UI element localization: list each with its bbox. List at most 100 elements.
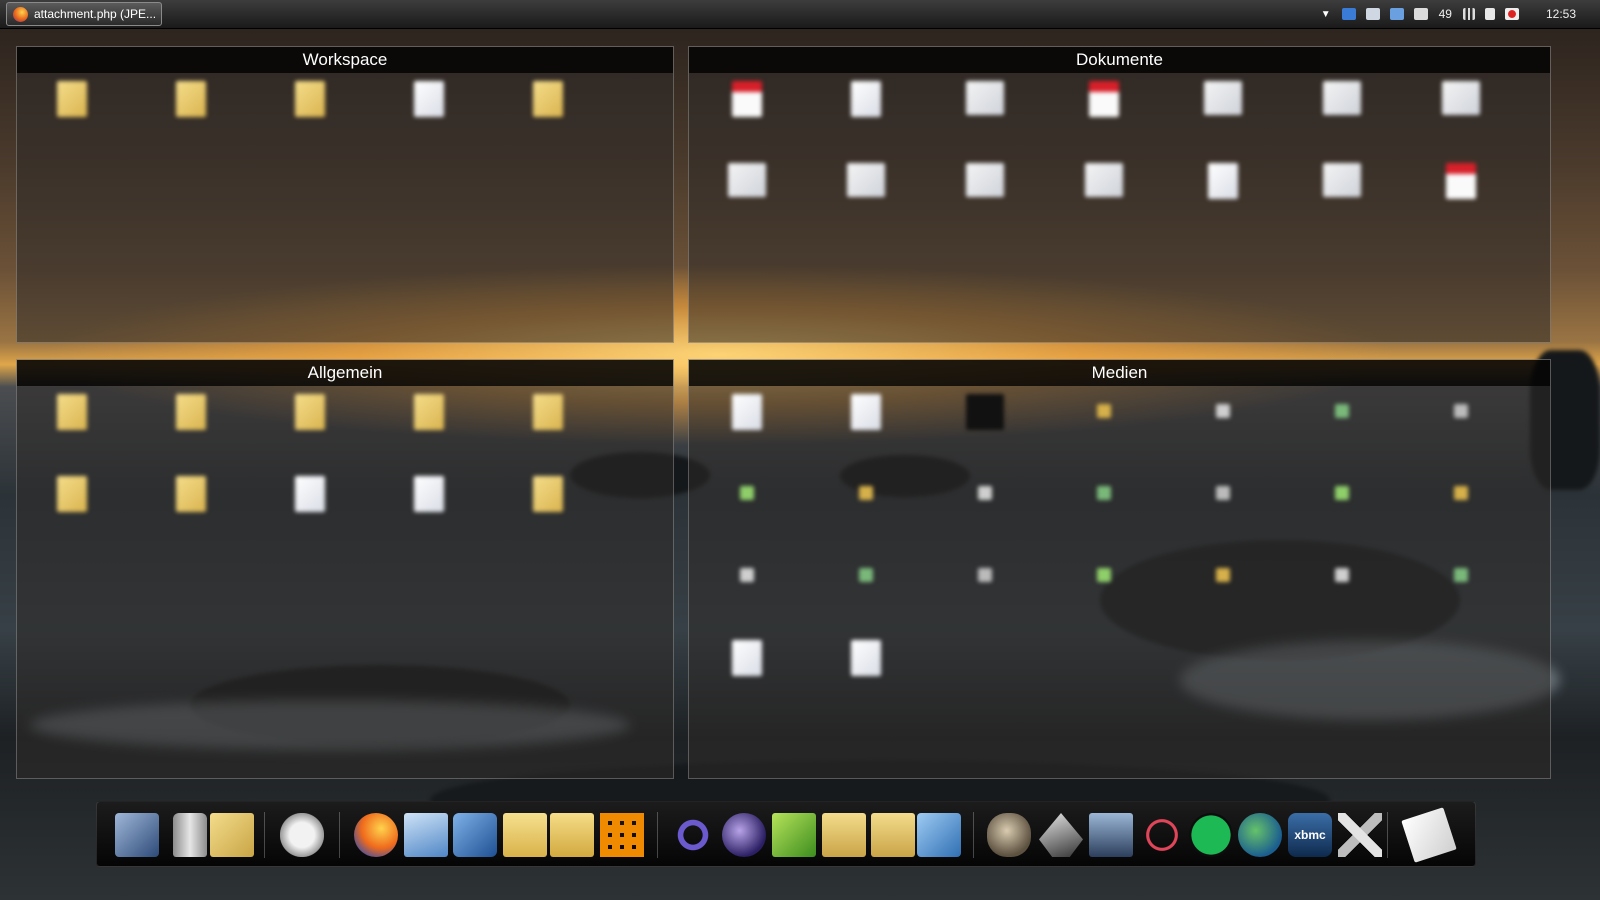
notes-icon[interactable] (1401, 807, 1457, 863)
desktop-item[interactable] (697, 159, 797, 229)
desktop-item[interactable] (816, 159, 916, 229)
desktop-item[interactable] (1411, 159, 1511, 229)
signal-icon[interactable] (1462, 8, 1475, 20)
dev-folder-icon[interactable] (822, 813, 866, 857)
tray-monitor-icon[interactable] (1389, 8, 1404, 20)
tray-expand-icon[interactable]: ▼ (1321, 9, 1331, 20)
document-icon (295, 476, 325, 512)
vlc-globe-icon[interactable] (1238, 813, 1282, 857)
desktop-item[interactable] (935, 77, 1035, 147)
media-file-icon (859, 486, 873, 500)
desktop-item[interactable] (697, 472, 797, 542)
desktop-item[interactable] (697, 636, 797, 706)
desktop-item[interactable] (1411, 554, 1511, 624)
desktop-item[interactable] (1054, 390, 1154, 460)
desktop-item[interactable] (1411, 472, 1511, 542)
desktop-item[interactable] (1173, 390, 1273, 460)
desktop-item[interactable] (379, 390, 479, 460)
desktop-item[interactable] (379, 77, 479, 147)
desktop-item[interactable] (816, 636, 916, 706)
desktop-item[interactable] (498, 472, 598, 542)
desktop-item[interactable] (260, 390, 360, 460)
allgemein-grid (17, 390, 673, 778)
desktop-item[interactable] (22, 472, 122, 542)
gimp-icon[interactable] (987, 813, 1031, 857)
document-icon (414, 476, 444, 512)
media-file-icon (1216, 404, 1230, 418)
office-icon[interactable] (600, 813, 644, 857)
desktop-item[interactable] (816, 390, 916, 460)
media-file-icon (1335, 404, 1349, 418)
desktop-item[interactable] (1173, 472, 1273, 542)
tray-printer-icon[interactable] (1413, 8, 1428, 20)
desktop-item[interactable] (498, 390, 598, 460)
desktop-item[interactable] (22, 77, 122, 147)
spotify-icon[interactable] (1189, 813, 1233, 857)
desktop-item[interactable] (697, 77, 797, 147)
battery-icon[interactable] (1484, 8, 1495, 20)
tray-window-icon[interactable] (1365, 8, 1380, 20)
clock[interactable]: 12:53 (1546, 7, 1576, 21)
desktop-item[interactable] (935, 159, 1035, 229)
desktop-item[interactable] (1292, 554, 1392, 624)
desktop-item[interactable] (935, 472, 1035, 542)
desktop-item[interactable] (1411, 77, 1511, 147)
desktop-item[interactable] (260, 472, 360, 542)
media-player-icon[interactable] (453, 813, 497, 857)
desktop-item[interactable] (498, 77, 598, 147)
gamepad-icon[interactable] (280, 813, 324, 857)
system-tray: ▼ 49 12:53 (1321, 0, 1600, 28)
medien-grid (689, 390, 1550, 778)
desktop-item[interactable] (697, 554, 797, 624)
desktop-item[interactable] (141, 390, 241, 460)
xbmc-label: xbmc (1294, 828, 1326, 842)
desktop-item[interactable] (816, 554, 916, 624)
downloads-folder-icon[interactable] (550, 813, 594, 857)
desktop-item[interactable] (697, 390, 797, 460)
desktop-item[interactable] (1292, 159, 1392, 229)
taskbar-window-button[interactable]: attachment.php (JPE... (6, 2, 162, 26)
desktop-item[interactable] (1054, 77, 1154, 147)
desktop-item[interactable] (1292, 472, 1392, 542)
xbmc-icon[interactable]: xbmc (1288, 813, 1332, 857)
desktop-item[interactable] (1054, 554, 1154, 624)
desktop-item[interactable] (935, 554, 1035, 624)
notepad-icon[interactable] (772, 813, 816, 857)
desktop-item[interactable] (22, 390, 122, 460)
tray-app-icon[interactable] (1341, 8, 1356, 20)
image-icon (1204, 81, 1242, 115)
remote-desktop-icon[interactable] (1089, 813, 1133, 857)
settings-tools-icon[interactable] (1338, 813, 1382, 857)
desktop-item[interactable] (1054, 472, 1154, 542)
desktop-item[interactable] (379, 472, 479, 542)
visual-studio-icon[interactable] (671, 813, 715, 857)
media-file-icon (1097, 568, 1111, 582)
user-folder-icon[interactable] (210, 813, 254, 857)
desktop-item[interactable] (1411, 390, 1511, 460)
desktop-item[interactable] (1054, 159, 1154, 229)
desktop-item[interactable] (1173, 554, 1273, 624)
volume-muted-icon[interactable] (1504, 8, 1519, 20)
desktop-item[interactable] (935, 390, 1035, 460)
firefox-icon (13, 6, 28, 22)
trash-icon[interactable] (173, 813, 207, 857)
desktop-item[interactable] (1173, 159, 1273, 229)
media-file-icon (859, 568, 873, 582)
desktop-item[interactable] (816, 472, 916, 542)
desktop-item[interactable] (141, 77, 241, 147)
desktop-item[interactable] (816, 77, 916, 147)
desktop-item[interactable] (141, 472, 241, 542)
project-folder-icon[interactable] (871, 813, 915, 857)
desktop-item[interactable] (1292, 390, 1392, 460)
network-icon[interactable] (1140, 813, 1184, 857)
desktop-item[interactable] (260, 77, 360, 147)
inkscape-icon[interactable] (1039, 813, 1083, 857)
file-explorer-icon[interactable] (503, 813, 547, 857)
desktop-item[interactable] (1292, 77, 1392, 147)
computer-icon[interactable] (115, 813, 159, 857)
desktop-item[interactable] (1173, 77, 1273, 147)
mail-icon[interactable] (404, 813, 448, 857)
eclipse-icon[interactable] (722, 813, 766, 857)
build-tools-icon[interactable] (917, 813, 961, 857)
firefox-icon[interactable] (354, 813, 398, 857)
